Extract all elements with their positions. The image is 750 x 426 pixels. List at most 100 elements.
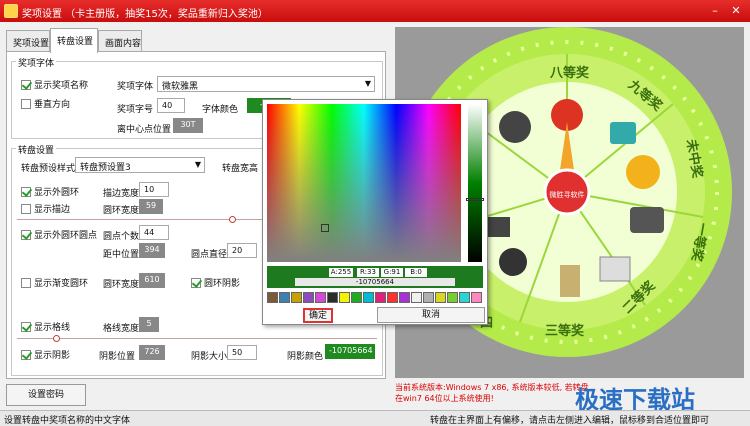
color-swatch[interactable] <box>471 292 482 303</box>
color-spectrum[interactable] <box>267 104 461 262</box>
checkbox-checked-icon <box>21 187 31 197</box>
size-label: 奖项字号 <box>117 105 154 115</box>
slider-knob[interactable] <box>53 335 60 342</box>
status-right: 转盘在主界面上有偏移，请点击左侧进入编辑，鼠标移到合适位置即可 <box>430 416 710 426</box>
ring-shadow-checkbox[interactable]: 圆环阴影 <box>191 276 240 289</box>
color-swatch[interactable] <box>363 292 374 303</box>
grid-width-label: 格线宽度 <box>103 324 140 334</box>
show-name-checkbox[interactable]: 显示奖项名称 <box>21 78 88 91</box>
brightness-bar[interactable] <box>468 104 482 262</box>
cancel-button[interactable]: 取消 <box>377 307 485 323</box>
grid-slider[interactable] <box>17 335 377 342</box>
ring-slider[interactable] <box>17 216 267 223</box>
font-select[interactable]: 微软雅黑 ▼ <box>157 76 375 92</box>
brightness-knob[interactable] <box>466 198 484 201</box>
color-picker-dialog: A:255 R:33 G:91 B:0 -10705664 确定 取消 <box>262 99 488 325</box>
font-label: 奖项字体 <box>117 82 154 92</box>
ring-width-label: 圆环宽度 <box>103 206 140 216</box>
color-cursor[interactable] <box>321 224 329 232</box>
color-swatch[interactable] <box>435 292 446 303</box>
alpha-value: A:255 <box>329 268 353 277</box>
dot-count-input[interactable]: 44 <box>139 225 169 240</box>
outer-ring-checkbox[interactable]: 显示外圆环 <box>21 185 79 198</box>
color-swatch[interactable] <box>315 292 326 303</box>
wheel-label-3: 三等奖 <box>545 323 585 339</box>
color-swatch[interactable] <box>291 292 302 303</box>
color-swatch[interactable] <box>399 292 410 303</box>
color-swatch[interactable] <box>351 292 362 303</box>
gradient-ring-checkbox[interactable]: 显示渐变圆环 <box>21 276 88 289</box>
close-button[interactable]: ✕ <box>727 3 745 18</box>
color-swatch[interactable] <box>423 292 434 303</box>
font-size-input[interactable]: 40 <box>157 98 185 113</box>
checkbox-checked-icon <box>191 278 201 288</box>
edge-width-input[interactable]: 10 <box>139 182 169 197</box>
slider-knob[interactable] <box>229 216 236 223</box>
system-notice-line2: 在win7 64位以上系统使用! <box>395 394 494 403</box>
ring-width-value[interactable]: 59 <box>139 199 163 214</box>
checkbox-unchecked-icon <box>21 99 31 109</box>
checkbox-checked-icon <box>21 322 31 332</box>
green-value: G:91 <box>381 268 403 277</box>
color-swatch[interactable] <box>411 292 422 303</box>
wheel-size-label: 转盘宽高 <box>222 164 259 174</box>
status-bar: 设置转盘中奖项名称的中文字体 转盘在主界面上有偏移，请点击左侧进入编辑，鼠标移到… <box>0 410 750 426</box>
set-password-button[interactable]: 设置密码 <box>6 384 86 406</box>
font-color-label: 字体颜色 <box>202 105 239 115</box>
checkbox-checked-icon <box>21 350 31 360</box>
dropdown-arrow-icon: ▼ <box>364 79 371 88</box>
shadow-checkbox[interactable]: 显示阴影 <box>21 348 70 361</box>
grid-width-value[interactable]: 5 <box>139 317 159 332</box>
edge-checkbox[interactable]: 显示描边 <box>21 202 70 215</box>
wheel-group-title: 转盘设置 <box>16 143 57 156</box>
color-swatch[interactable] <box>267 292 278 303</box>
edge-width-label: 描边宽度 <box>103 189 140 199</box>
shadow-position-label: 阴影位置 <box>99 352 136 362</box>
tab-wheel-settings[interactable]: 转盘设置 <box>50 28 98 53</box>
system-notice-line1: 当前系统版本:Windows 7 x86, 系统版本较低, 若转盘 <box>395 383 589 392</box>
color-info-bar: A:255 R:33 G:91 B:0 -10705664 <box>267 266 483 288</box>
ring-width2-value[interactable]: 610 <box>139 273 165 288</box>
dot-count-label: 圆点个数 <box>103 232 140 242</box>
blue-value: B:0 <box>405 268 427 277</box>
tab-prize-settings[interactable]: 奖项设置 <box>6 30 50 52</box>
color-swatch[interactable] <box>459 292 470 303</box>
grid-checkbox[interactable]: 显示格线 <box>21 320 70 333</box>
color-swatch[interactable] <box>447 292 458 303</box>
app-icon <box>4 4 18 18</box>
checkbox-checked-icon <box>21 80 31 90</box>
status-left: 设置转盘中奖项名称的中文字体 <box>4 416 131 426</box>
checkbox-checked-icon <box>21 230 31 240</box>
window-title: 奖项设置 （卡主册版，抽奖15次，奖品重新归入奖池） <box>22 9 268 20</box>
color-swatch[interactable] <box>387 292 398 303</box>
color-swatch[interactable] <box>375 292 386 303</box>
ok-button[interactable]: 确定 <box>303 308 333 323</box>
color-swatch[interactable] <box>303 292 314 303</box>
center-position-label: 离中心点位置 <box>117 125 172 135</box>
shadow-size-input[interactable]: 50 <box>227 345 257 360</box>
ring-width2-label: 圆环宽度 <box>103 280 140 290</box>
vertical-checkbox[interactable]: 垂直方向 <box>21 97 70 110</box>
color-swatch[interactable] <box>327 292 338 303</box>
shadow-position-value[interactable]: 726 <box>139 345 165 360</box>
wheel-center-label: 微胜寻软件 <box>550 190 585 199</box>
minimize-button[interactable]: – <box>706 3 724 18</box>
checkbox-unchecked-icon <box>21 278 31 288</box>
shadow-color-swatch[interactable]: -10705664 <box>325 344 375 359</box>
shadow-size-label: 阴影大小 <box>191 352 228 362</box>
color-swatch[interactable] <box>339 292 350 303</box>
center-position-value[interactable]: 30T <box>173 118 203 133</box>
preset-select[interactable]: 转盘预设置3 ▼ <box>75 157 205 173</box>
hex-value: -10705664 <box>295 278 455 286</box>
red-value: R:33 <box>357 268 379 277</box>
dot-diameter-label: 圆点直径 <box>191 250 228 260</box>
dot-position-value[interactable]: 394 <box>139 243 165 258</box>
tab-screen-content[interactable]: 画面内容 <box>98 30 142 52</box>
dot-position-label: 距中位置 <box>103 250 140 260</box>
color-swatch[interactable] <box>279 292 290 303</box>
dot-diameter-input[interactable]: 20 <box>227 243 257 258</box>
font-group-title: 奖项字体 <box>16 56 57 69</box>
wheel-label-8: 八等奖 <box>549 65 590 81</box>
checkbox-unchecked-icon <box>21 204 31 214</box>
dots-checkbox[interactable]: 显示外圆环圆点 <box>21 228 97 241</box>
